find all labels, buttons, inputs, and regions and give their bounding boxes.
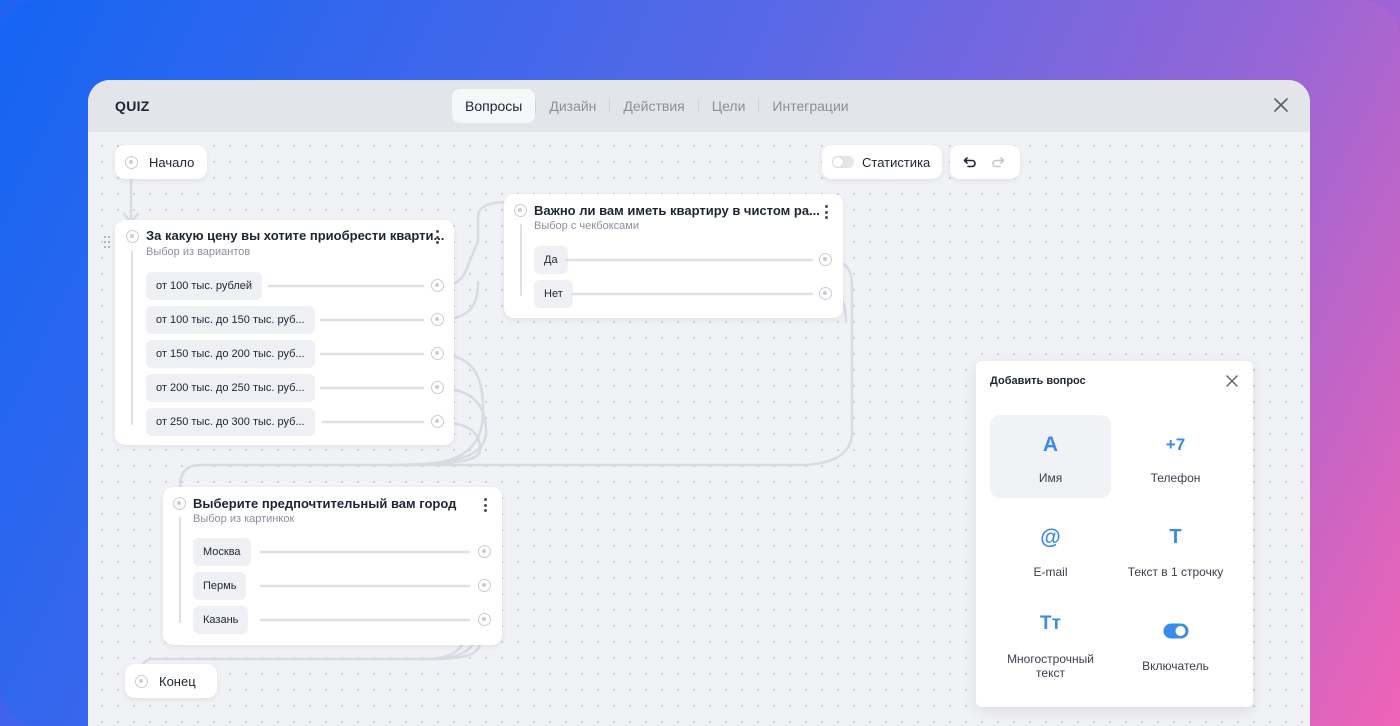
panel-title: Добавить вопрос: [990, 375, 1086, 387]
question-subtitle: Выбор из картинкок: [193, 513, 295, 525]
drag-handle-icon[interactable]: [104, 236, 110, 248]
statistics-toggle[interactable]: Статистика: [822, 145, 942, 179]
more-menu-icon[interactable]: [824, 205, 828, 219]
add-name-question[interactable]: A Имя: [990, 415, 1111, 498]
options-guide: [520, 224, 522, 296]
multiline-text-icon: Тт: [1040, 613, 1061, 634]
redo-icon[interactable]: [991, 155, 1005, 169]
option-output-port[interactable]: [431, 347, 444, 360]
option-output-port[interactable]: [819, 253, 832, 266]
option-lines: [267, 284, 425, 424]
statistics-switch[interactable]: [832, 156, 854, 168]
more-menu-icon[interactable]: [483, 498, 487, 512]
email-icon: @: [1040, 526, 1061, 549]
option-output-port[interactable]: [478, 613, 491, 626]
options-guide: [179, 517, 181, 623]
toggle-icon: [1163, 623, 1189, 639]
end-port[interactable]: [135, 674, 148, 688]
flow-canvas[interactable]: Начало Статистика За какую цену вы хотит…: [88, 132, 1310, 726]
option-output-port[interactable]: [431, 415, 444, 428]
option-chip[interactable]: Москва: [193, 538, 251, 566]
tab-design[interactable]: Дизайн: [536, 89, 609, 123]
question-type-label: Многострочный текст: [1007, 652, 1094, 680]
question-type-label: Телефон: [1150, 471, 1201, 485]
add-toggle-question[interactable]: Включатель: [1115, 601, 1236, 684]
tab-goals[interactable]: Цели: [699, 89, 759, 123]
question-type-label: Включатель: [1142, 659, 1209, 673]
more-menu-icon[interactable]: [435, 230, 439, 244]
top-bar: QUIZ Вопросы Дизайн Действия Цели Интегр…: [88, 80, 1310, 132]
question-type-label: Имя: [1038, 471, 1063, 485]
quiz-editor-window: QUIZ Вопросы Дизайн Действия Цели Интегр…: [88, 80, 1310, 726]
undo-icon[interactable]: [963, 155, 977, 169]
option-lines: [259, 550, 471, 622]
options-guide: [131, 250, 133, 425]
end-label: Конец: [159, 673, 196, 689]
question-node-city[interactable]: Выберите предпочтительный вам город Выбо…: [163, 487, 502, 645]
question-type-label: E-mail: [1033, 565, 1068, 579]
add-multiline-question[interactable]: Тт Многострочный текст: [990, 601, 1111, 684]
start-label: Начало: [149, 154, 195, 170]
option-chip[interactable]: Да: [534, 246, 568, 274]
option-chip[interactable]: Пермь: [193, 572, 247, 600]
question-input-port[interactable]: [514, 204, 527, 217]
option-output-port[interactable]: [819, 287, 832, 300]
option-output-port[interactable]: [478, 545, 491, 558]
option-chip[interactable]: Казань: [193, 606, 249, 634]
question-node-clean-area[interactable]: Важно ли вам иметь квартиру в чистом ра.…: [504, 194, 843, 318]
option-lines: [564, 258, 814, 296]
name-icon: A: [1042, 433, 1059, 456]
question-input-port[interactable]: [126, 230, 139, 243]
option-chip[interactable]: от 100 тыс. рублей: [146, 272, 263, 300]
question-input-port[interactable]: [173, 497, 186, 510]
close-icon[interactable]: [1225, 374, 1239, 388]
add-question-panel: Добавить вопрос A Имя +7 Телефон @ E-mai…: [976, 361, 1253, 707]
tab-integrations[interactable]: Интеграции: [759, 89, 861, 123]
tab-actions[interactable]: Действия: [610, 89, 697, 123]
phone-icon: +7: [1165, 435, 1186, 454]
background: QUIZ Вопросы Дизайн Действия Цели Интегр…: [0, 0, 1400, 726]
start-node[interactable]: Начало: [115, 145, 207, 179]
tab-questions[interactable]: Вопросы: [452, 89, 536, 123]
question-subtitle: Выбор из вариантов: [146, 246, 251, 258]
statistics-label: Статистика: [862, 154, 931, 170]
question-type-label: Текст в 1 строчку: [1127, 565, 1224, 579]
add-single-line-question[interactable]: T Текст в 1 строчку: [1115, 511, 1236, 594]
add-email-question[interactable]: @ E-mail: [990, 511, 1111, 594]
option-output-port[interactable]: [478, 579, 491, 592]
question-node-price[interactable]: За какую цену вы хотите приобрести кварт…: [115, 220, 454, 445]
option-output-port[interactable]: [431, 381, 444, 394]
end-node[interactable]: Конец: [125, 664, 217, 698]
option-output-port[interactable]: [431, 279, 444, 292]
add-phone-question[interactable]: +7 Телефон: [1115, 415, 1236, 498]
start-port[interactable]: [125, 155, 138, 169]
single-line-text-icon: T: [1169, 526, 1182, 548]
close-icon[interactable]: [1272, 96, 1290, 114]
option-output-port[interactable]: [431, 313, 444, 326]
question-subtitle: Выбор с чекбоксами: [534, 220, 639, 232]
question-title: Выберите предпочтительный вам город: [193, 496, 457, 511]
app-title: QUIZ: [115, 98, 150, 114]
undo-redo-group: [950, 145, 1020, 179]
tab-bar: Вопросы Дизайн Действия Цели Интеграции: [452, 89, 862, 123]
question-title: Важно ли вам иметь квартиру в чистом ра.…: [534, 203, 820, 218]
question-title: За какую цену вы хотите приобрести кварт…: [146, 228, 445, 243]
